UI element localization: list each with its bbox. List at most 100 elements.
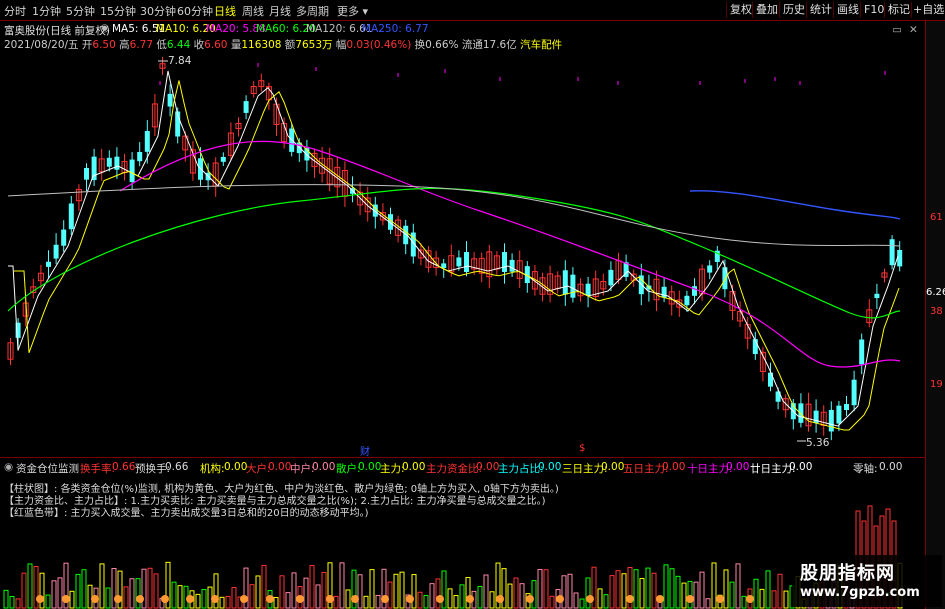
candle-body [114,156,120,170]
candle-body [53,244,59,259]
indicator-bar [285,592,291,609]
indicator-bar [681,582,687,609]
indicator-bar [345,589,351,609]
overlay-button[interactable]: 叠加 [752,2,781,18]
candle-body [844,404,849,410]
candle-body [106,157,112,167]
indicator-bar [339,562,345,609]
indicator-bar [441,570,447,609]
draw-line-button[interactable]: 画线 [833,2,862,18]
tab-multi-period[interactable]: 多周期 [296,3,329,19]
history-button[interactable]: 历史 [779,2,808,18]
indicator-bar [87,584,93,609]
tab-more[interactable]: 更多 ▾ [337,3,368,19]
indicator-bar [711,562,717,609]
indicator-bar [543,569,549,609]
tab-fenshi[interactable]: 分时 [4,3,26,19]
candle-body [585,283,591,296]
indicator-bar [261,564,267,609]
stats-button[interactable]: 统计 [806,2,835,18]
signal-dot [62,595,70,603]
indicator-bar [201,589,207,609]
indicator-bar [231,587,237,609]
indicator-bar [507,583,513,609]
finance-marker[interactable]: 财 [360,443,370,458]
indicator-title[interactable]: 资金仓位监测 [16,461,79,476]
indicator-icon[interactable]: ◉ [4,461,13,473]
tab-5min[interactable]: 5分钟 [66,3,95,19]
candle-body [220,156,226,162]
indicator-bar [177,585,183,609]
tab-weekly[interactable]: 周线 [242,3,264,19]
signal-dot [381,595,389,603]
tab-30min[interactable]: 30分钟 [140,3,176,19]
indicator-bar [57,577,63,609]
indicator-bar [363,595,369,609]
signal-dot [466,595,474,603]
indicator-bar [651,572,657,609]
indicator-bar [735,563,741,609]
indicator-bar [573,592,579,609]
add-watchlist-button[interactable]: +自选 [911,2,945,18]
indicator-bar [459,584,465,609]
indicator-bar [147,567,153,609]
indicator-bar [3,589,9,609]
ma20-line [119,140,901,368]
indicator-bar [417,591,423,609]
indicator-bar [453,595,459,609]
tab-monthly[interactable]: 月线 [269,3,291,19]
tab-60min[interactable]: 60分钟 [177,3,213,19]
candle-body [684,295,690,306]
period-toolbar: 分时 1分钟 5分钟 15分钟 30分钟 60分钟 日线 周线 月线 多周期 更… [0,0,945,21]
tab-1min[interactable]: 1分钟 [32,3,61,19]
candle-body [570,274,576,298]
close-icon[interactable]: ✕ [909,24,918,36]
candle-body [84,167,89,180]
indicator-bar [585,577,591,609]
kline-chart[interactable] [0,21,925,609]
ma60-line [7,187,901,319]
mark-button[interactable]: 标记 [884,2,913,18]
candle-body [243,101,249,113]
indicator-bar [579,598,585,609]
indicator-bar [123,586,129,609]
candle-body [608,269,614,286]
indicator-bar [279,575,285,609]
indicator-bar [291,572,297,609]
dollar-marker[interactable]: $ [579,443,585,454]
signal-dot [186,595,194,603]
candle-body [464,251,469,273]
indicator-bar [171,581,177,609]
stock-title: 富奥股份(日线 前复权) [4,25,111,37]
indicator-bar [51,580,57,609]
indicator-bar [783,590,789,609]
signal-dot [746,595,754,603]
restore-icon[interactable]: ▭ [892,24,902,36]
indicator-bar [765,570,771,609]
indicator-bar [603,594,609,609]
candle-body [874,293,880,299]
indicator-bar [411,574,417,609]
indicator-bar [399,571,405,609]
candle-body [167,93,173,107]
indicator-bar [597,588,603,609]
indicator-bar [513,577,519,609]
indicator-bar [519,583,525,609]
indicator-bar [99,563,105,609]
indicator-bar [549,595,555,609]
signal-dot [626,595,634,603]
tab-15min[interactable]: 15分钟 [100,3,136,19]
volume-bar-layer [3,505,903,609]
ma-config-icon[interactable]: ◉ [100,22,109,34]
candle-body [836,405,842,424]
indicator-bar [477,585,483,609]
tab-daily[interactable]: 日线 [214,3,236,19]
indicator-bar [255,575,261,609]
fuquan-button[interactable]: 复权 [726,2,755,18]
candle-body [798,403,804,423]
price-axis: 61 6.26 38 19 [925,21,945,609]
signal-dot [656,595,664,603]
candle-body [456,257,462,267]
candle-body [509,259,515,272]
indicator-bar [705,598,711,609]
